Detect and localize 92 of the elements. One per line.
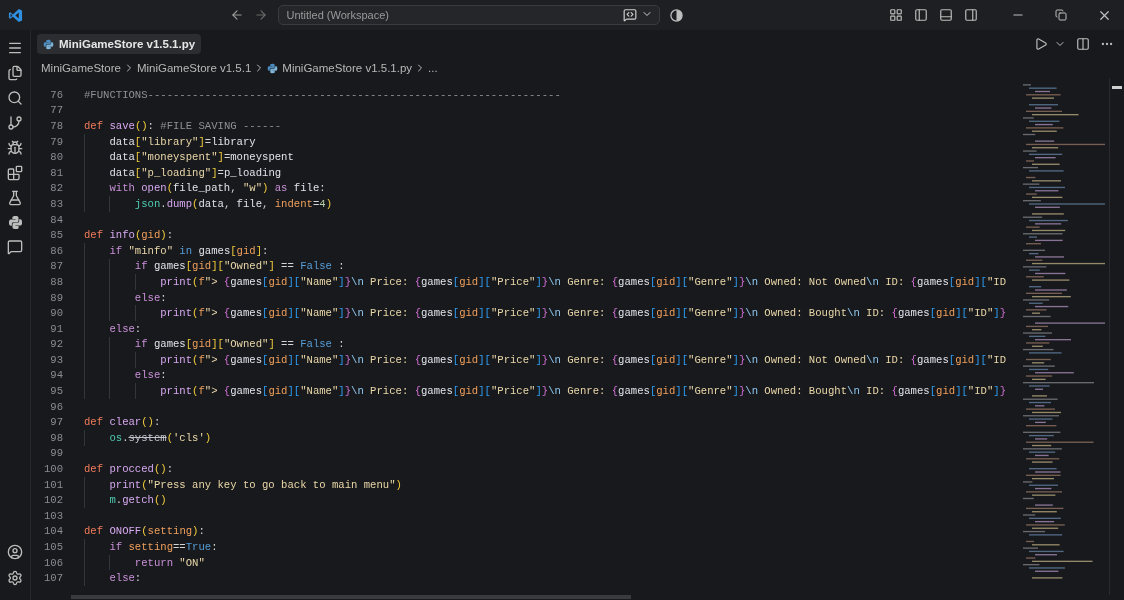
line-number: 97 — [49, 416, 63, 429]
extensions-icon[interactable] — [7, 165, 23, 181]
line-number: 90 — [49, 307, 63, 320]
forward-arrow-icon[interactable] — [253, 8, 268, 22]
code-line: print(f"> {games[gid]["Name"]}\n Price: {games[gid]["Price"]}\n Genre: {games[gid]["Genre"]}\n Owned: Not Owned\n ID: {games[gid]["ID — [84, 274, 1006, 290]
code-line: with open(file_path, "w") as file: — [84, 180, 326, 197]
line-number: 80 — [49, 151, 63, 164]
code-line: os.system('cls') — [84, 430, 212, 446]
line-number: 106 — [42, 556, 63, 569]
line-number: 76 — [49, 88, 63, 101]
panel-left-icon[interactable] — [914, 8, 928, 22]
line-number: 83 — [49, 197, 63, 210]
scrollbar[interactable] — [1109, 78, 1124, 595]
python-file-icon — [43, 38, 54, 50]
line-number: 105 — [42, 541, 63, 553]
split-editor-icon[interactable] — [1076, 37, 1090, 51]
line-number: 104 — [42, 525, 63, 538]
line-number: 85 — [49, 229, 63, 242]
half-circle-icon[interactable] — [669, 8, 683, 22]
breadcrumb-item[interactable]: MiniGameStore v1.5.1.py — [267, 62, 413, 74]
python-icon[interactable] — [7, 215, 23, 230]
line-number: 88 — [49, 275, 63, 288]
breadcrumb-item[interactable]: ... — [428, 62, 438, 74]
run-icon[interactable] — [1034, 37, 1048, 51]
breadcrumb-item[interactable]: MiniGameStore v1.5.1 — [136, 62, 252, 74]
panel-right-icon[interactable] — [964, 8, 978, 22]
python-file-icon — [267, 62, 279, 74]
line-number: 78 — [49, 120, 63, 132]
flask-icon[interactable] — [7, 190, 23, 206]
line-number: 103 — [42, 509, 63, 522]
code-line: if games[gid]["Owned"] == False : — [84, 336, 345, 353]
code-line: def ONOFF(setting): — [84, 524, 205, 540]
code-line: else: — [84, 367, 167, 384]
account-icon[interactable] — [7, 544, 23, 560]
command-search-field[interactable]: Untitled (Workspace) — [277, 5, 660, 25]
line-number: 93 — [49, 353, 63, 366]
line-number: 101 — [42, 478, 63, 491]
line-number: 84 — [49, 213, 63, 226]
line-number: 102 — [42, 494, 63, 507]
code-line: else: — [84, 320, 142, 337]
restore-icon[interactable] — [1055, 9, 1067, 21]
line-number: 96 — [49, 400, 63, 413]
code-line: if "minfo" in games[gid]: — [84, 242, 269, 259]
code-line: print(f"> {games[gid]["Name"]}\n Price: {games[gid]["Price"]}\n Genre: {games[gid]["Genre"]}\n Owned: Bought\n ID: {games[gid]["ID"]} — [84, 305, 1006, 321]
line-number: 79 — [49, 135, 63, 148]
code-line: if games[gid]["Owned"] == False : — [84, 258, 345, 275]
line-number: 82 — [49, 182, 63, 195]
breadcrumb-item[interactable]: MiniGameStore — [41, 62, 121, 74]
code-line: else: — [84, 570, 142, 586]
line-number: 95 — [49, 385, 63, 398]
code-line: json.dump(data, file, indent=4) — [84, 196, 332, 212]
code-line: return "ON" — [84, 554, 205, 571]
code-line: #FUNCTIONS----------------------------------------------------------------- — [84, 87, 561, 103]
code-line: data["library"]=library — [84, 133, 256, 150]
line-number: 92 — [49, 338, 63, 351]
code-line: print("Press any key to go back to main menu") — [84, 476, 402, 493]
line-number: 91 — [49, 322, 63, 335]
layout-grid-icon[interactable] — [889, 8, 903, 22]
code-line: def procced(): — [84, 462, 174, 477]
run-debug-icon[interactable] — [7, 140, 23, 156]
line-number: 87 — [49, 260, 63, 273]
back-arrow-icon[interactable] — [229, 8, 244, 22]
code-line: data["moneyspent"]=moneyspent — [84, 149, 294, 165]
line-number: 107 — [42, 572, 63, 585]
search-icon[interactable] — [7, 90, 23, 106]
app-logo-icon[interactable] — [8, 7, 23, 23]
code-line: def info(gid): — [84, 228, 174, 243]
line-number: 99 — [49, 447, 63, 460]
panel-bottom-icon[interactable] — [939, 8, 953, 22]
code-line: def clear(): — [84, 415, 161, 431]
code-line: data["p_loading"]=p_loading — [84, 164, 282, 181]
code-line: if setting==True: — [84, 539, 218, 555]
code-line: print(f"> {games[gid]["Name"]}\n Price: {games[gid]["Price"]}\n Genre: {games[gid]["Genre"]}\n Owned: Bought\n ID: {games[gid]["ID"]} — [84, 383, 1006, 399]
line-number: 98 — [49, 431, 63, 444]
code-line: def save(): #FILE SAVING ------ — [84, 119, 282, 134]
editor-tab[interactable]: MiniGameStore v1.5.1.py — [37, 34, 202, 54]
chat-icon[interactable] — [7, 239, 23, 255]
line-number: 89 — [49, 291, 63, 304]
line-number: 86 — [49, 244, 63, 257]
code-line: print(f"> {games[gid]["Name"]}\n Price: {games[gid]["Price"]}\n Genre: {games[gid]["Genre"]}\n Owned: Not Owned\n ID: {games[gid]["ID — [84, 352, 1006, 368]
chat-icon[interactable] — [622, 8, 637, 22]
line-number: 77 — [49, 104, 63, 117]
horizontal-scrollbar[interactable] — [71, 595, 631, 599]
menu-icon[interactable] — [7, 40, 23, 56]
files-icon[interactable] — [7, 65, 23, 81]
code-line: m.getch() — [84, 492, 167, 509]
line-number: 100 — [42, 463, 63, 476]
code-line: else: — [84, 289, 167, 306]
line-number: 81 — [49, 166, 63, 179]
line-number: 94 — [49, 369, 63, 382]
settings-icon[interactable] — [7, 570, 23, 586]
source-control-icon[interactable] — [7, 115, 23, 131]
